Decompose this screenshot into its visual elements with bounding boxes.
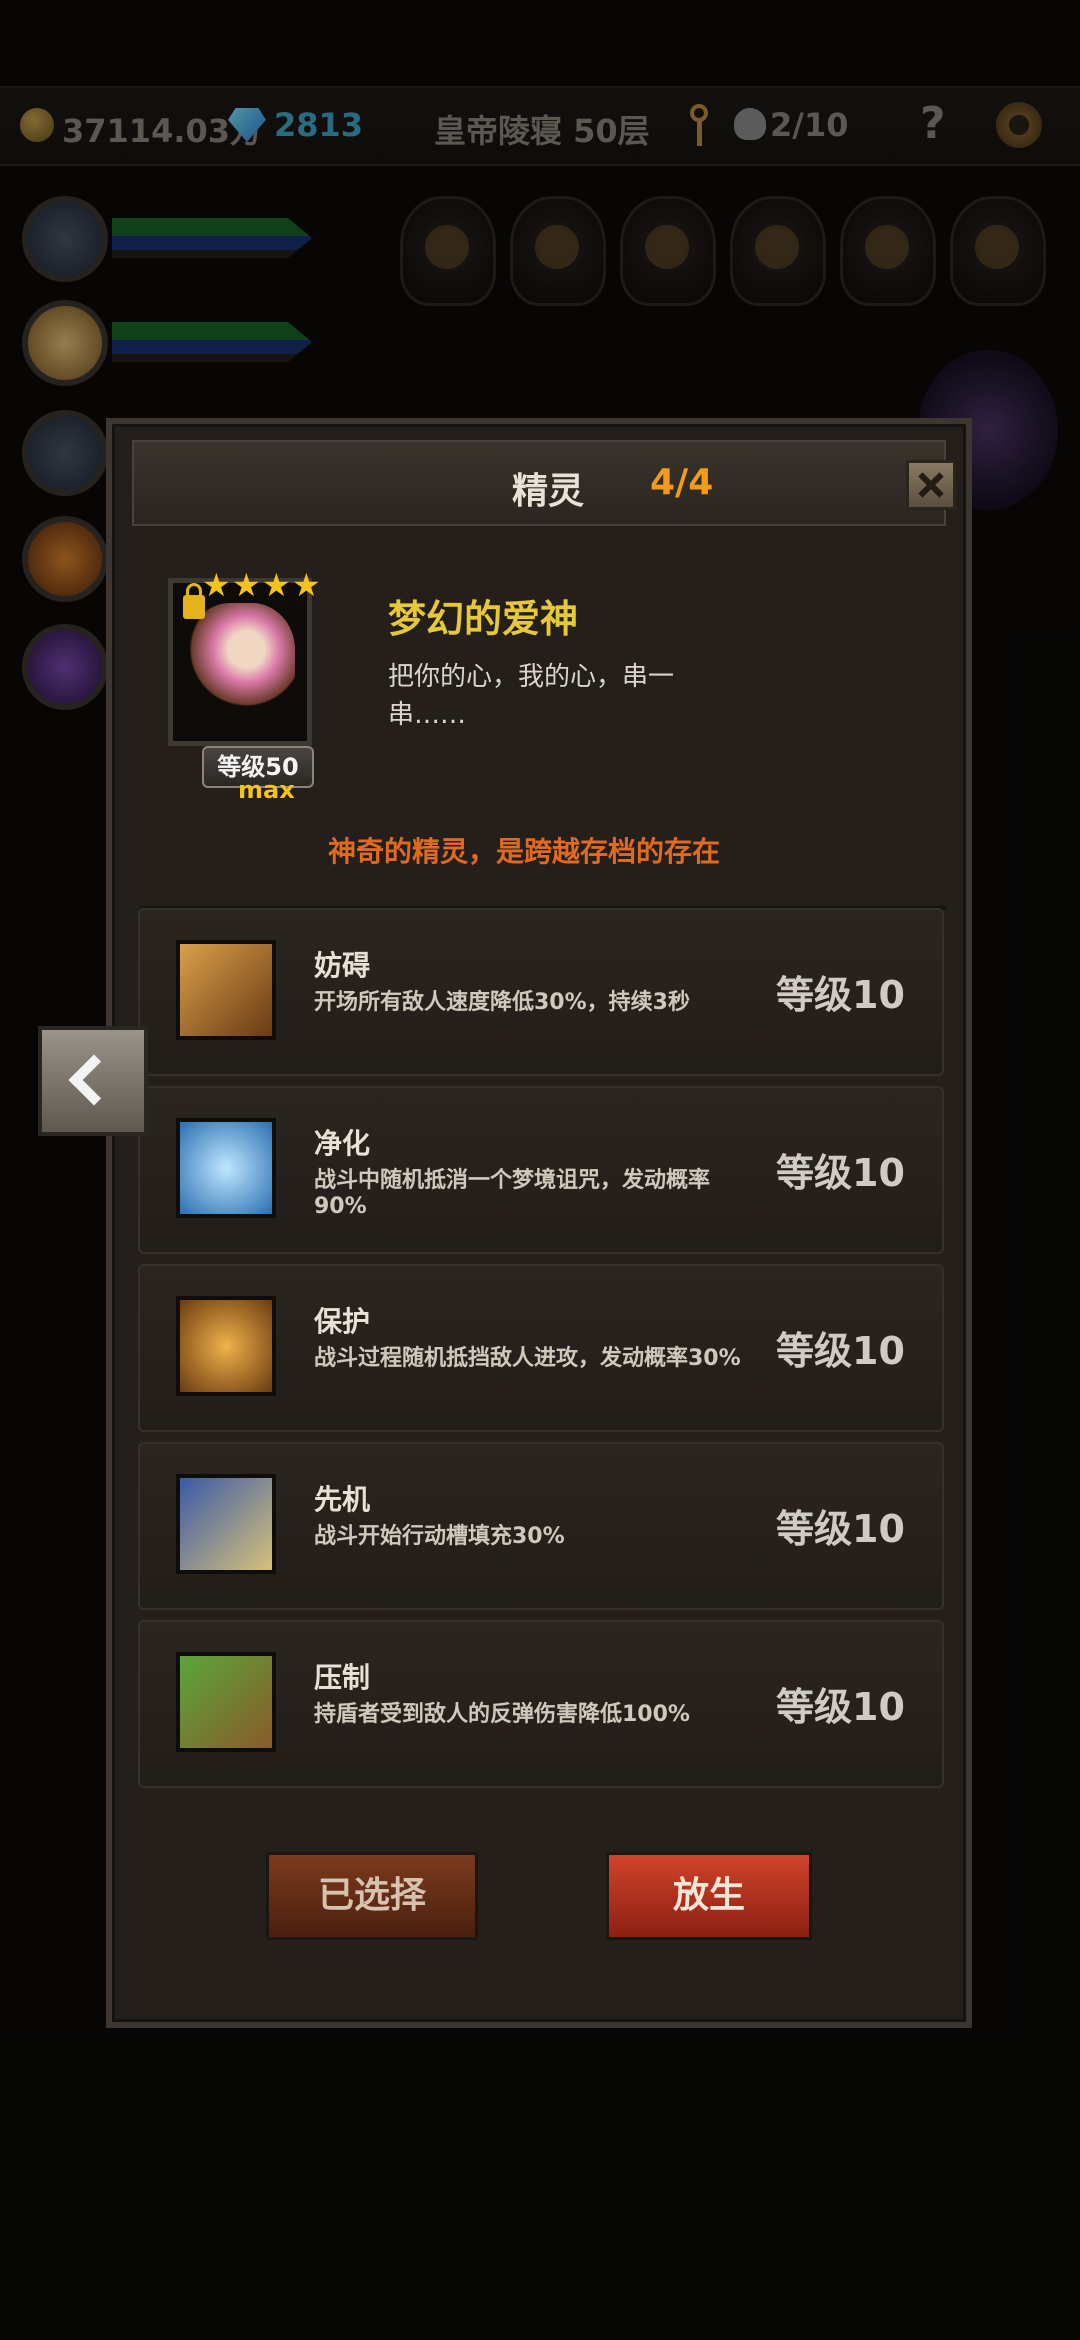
sprite-count: 4/4	[650, 462, 714, 503]
skill-name: 保护	[314, 1305, 371, 1338]
skill-level: 等级10	[776, 1329, 905, 1373]
skill-level: 等级10	[776, 1507, 905, 1551]
chained-boot-icon	[176, 940, 276, 1040]
skill-level: 等级10	[776, 1151, 905, 1195]
skill-name: 先机	[314, 1483, 371, 1516]
skill-description: 战斗开始行动槽填充30%	[314, 1524, 565, 1549]
selected-button[interactable]: 已选择	[266, 1852, 478, 1940]
back-arrow-button[interactable]	[38, 1026, 148, 1136]
skill-description: 持盾者受到敌人的反弹伤害降低100%	[314, 1702, 690, 1727]
sprite-note: 神奇的精灵，是跨越存档的存在	[328, 835, 721, 868]
skill-level: 等级10	[776, 973, 905, 1017]
skill-row[interactable]: 压制 持盾者受到敌人的反弹伤害降低100% 等级10	[138, 1620, 944, 1788]
star-icon: ★	[292, 566, 321, 604]
skill-description: 战斗过程随机抵挡敌人进攻，发动概率30%	[314, 1346, 741, 1371]
close-button[interactable]	[906, 460, 956, 510]
panel-title: 精灵	[512, 471, 585, 512]
skill-name: 妨碍	[314, 949, 371, 982]
golden-shield-icon	[176, 1296, 276, 1396]
beast-claw-icon	[176, 1652, 276, 1752]
panel-title-bar: 精灵 4/4	[132, 440, 956, 526]
leopard-icon	[176, 1474, 276, 1574]
star-icon: ★	[262, 566, 291, 604]
skill-name: 净化	[314, 1127, 371, 1160]
cupid-sprite-image	[187, 603, 295, 719]
sprite-name: 梦幻的爱神	[388, 597, 579, 641]
max-label: max	[238, 776, 295, 804]
skill-level: 等级10	[776, 1685, 905, 1729]
skill-name: 压制	[314, 1661, 371, 1694]
skill-row[interactable]: 妨碍 开场所有敌人速度降低30%，持续3秒 等级10	[138, 908, 944, 1076]
skill-description: 战斗中随机抵消一个梦境诅咒，发动概率90%	[314, 1168, 711, 1219]
release-button[interactable]: 放生	[606, 1852, 812, 1940]
skill-row[interactable]: 净化 战斗中随机抵消一个梦境诅咒，发动概率90% 等级10	[138, 1086, 944, 1254]
star-icon: ★	[232, 566, 261, 604]
blue-flower-icon	[176, 1118, 276, 1218]
skill-description: 开场所有敌人速度降低30%，持续3秒	[314, 990, 690, 1015]
skill-row[interactable]: 保护 战斗过程随机抵挡敌人进攻，发动概率30% 等级10	[138, 1264, 944, 1432]
star-icon: ★	[202, 566, 231, 604]
sprite-description: 把你的心，我的心，串一串……	[388, 662, 675, 730]
skill-row[interactable]: 先机 战斗开始行动槽填充30% 等级10	[138, 1442, 944, 1610]
